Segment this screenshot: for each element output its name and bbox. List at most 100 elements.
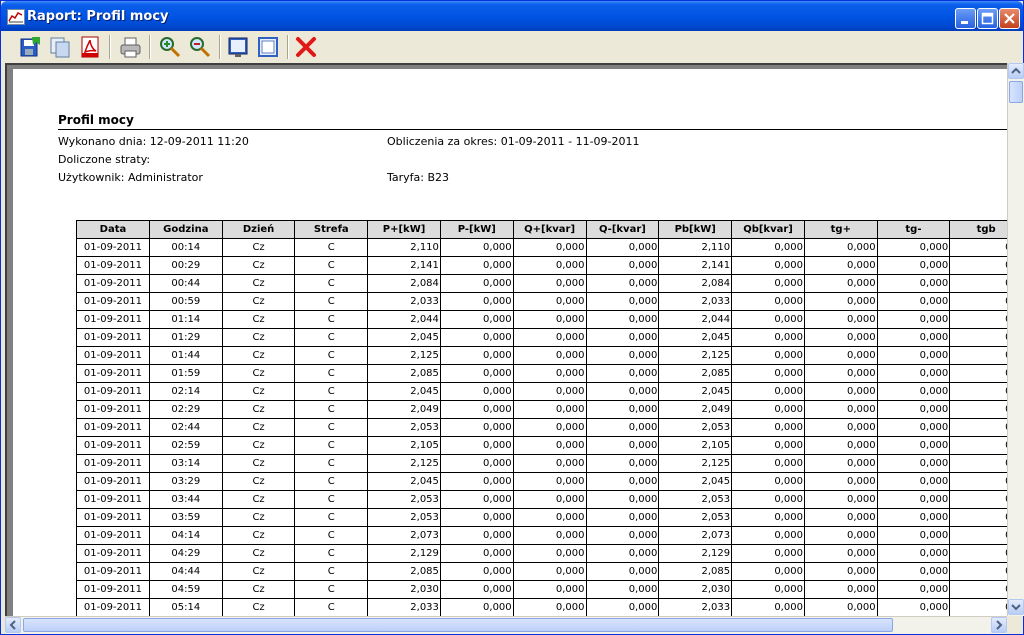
- column-header: Dzień: [221, 220, 296, 239]
- table-cell: 0,0: [949, 598, 1007, 616]
- title-divider: [58, 129, 1007, 130]
- arrow-down-icon: [1011, 604, 1021, 611]
- toolbar: [5, 31, 1021, 64]
- table-cell: 0,0: [949, 346, 1007, 365]
- table-cell: 01-09-2011: [76, 544, 150, 563]
- table-cell: 0,000: [439, 238, 514, 257]
- table-cell: 0,000: [512, 310, 587, 329]
- pdf-export-button[interactable]: [77, 34, 103, 60]
- table-cell: 0,000: [731, 346, 805, 365]
- print-icon: [120, 37, 141, 58]
- generated-date: Wykonano dnia: 12-09-2011 11:20: [58, 135, 249, 148]
- table-row: 01-09-2011 03:44 Cz C 2,053 0,000 0,000 0,000 2,…: [76, 490, 1007, 509]
- column-header: tg-: [876, 220, 951, 239]
- table-cell: 0,000: [731, 382, 805, 401]
- report-window: Raport: Profil mocy Profil mocy Wykonano…: [0, 0, 1024, 635]
- table-cell: 0,000: [731, 454, 805, 473]
- table-cell: 0,000: [512, 400, 587, 419]
- table-cell: 01-09-2011: [76, 310, 150, 329]
- column-header: Data: [76, 220, 150, 239]
- vertical-scrollbar[interactable]: [1007, 63, 1024, 616]
- table-cell: 00:59: [148, 292, 223, 311]
- table-cell: 0,000: [731, 292, 805, 311]
- column-header: P+[kW]: [367, 220, 441, 239]
- table-cell: 0,000: [585, 328, 660, 347]
- table-cell: 0,0: [949, 364, 1007, 383]
- toolbar-separator: [149, 35, 151, 59]
- table-cell: 2,053: [658, 418, 733, 437]
- table-cell: C: [294, 436, 369, 455]
- horizontal-scrollbar[interactable]: [5, 616, 1007, 634]
- table-cell: 2,129: [658, 544, 733, 563]
- table-cell: 0,0: [949, 508, 1007, 527]
- table-cell: Cz: [221, 274, 296, 293]
- scroll-left-button[interactable]: [5, 617, 21, 633]
- table-cell: 0,0: [949, 454, 1007, 473]
- scroll-up-button[interactable]: [1008, 63, 1024, 79]
- table-cell: 01:59: [148, 364, 223, 383]
- copy-button[interactable]: [47, 34, 73, 60]
- maximize-button[interactable]: [977, 8, 998, 29]
- table-cell: 2,053: [367, 508, 441, 527]
- table-cell: Cz: [221, 436, 296, 455]
- table-cell: C: [294, 580, 369, 599]
- table-cell: Cz: [221, 346, 296, 365]
- table-cell: 2,045: [367, 382, 441, 401]
- table-cell: 2,045: [658, 382, 733, 401]
- table-cell: Cz: [221, 310, 296, 329]
- table-cell: 2,125: [367, 346, 441, 365]
- report-title: Profil mocy: [58, 113, 134, 127]
- table-cell: 0,000: [876, 526, 951, 545]
- close-report-button[interactable]: [293, 34, 319, 60]
- column-header: P-[kW]: [439, 220, 514, 239]
- table-row: 01-09-2011 00:14 Cz C 2,110 0,000 0,000 0,000 2,…: [76, 238, 1007, 257]
- table-cell: 0,000: [731, 418, 805, 437]
- zoom-in-button[interactable]: [157, 34, 183, 60]
- print-button[interactable]: [117, 34, 143, 60]
- table-cell: 0,0: [949, 418, 1007, 437]
- table-cell: 0,0: [949, 526, 1007, 545]
- table-cell: 0,0: [949, 382, 1007, 401]
- table-cell: 02:14: [148, 382, 223, 401]
- table-cell: C: [294, 508, 369, 527]
- scroll-down-button[interactable]: [1008, 599, 1024, 615]
- table-cell: 2,053: [658, 490, 733, 509]
- table-cell: 2,033: [367, 292, 441, 311]
- resize-grip[interactable]: [1007, 616, 1023, 633]
- page-view-button[interactable]: [225, 34, 251, 60]
- minimize-button[interactable]: [955, 8, 976, 29]
- zoom-out-button[interactable]: [187, 34, 213, 60]
- table-cell: Cz: [221, 328, 296, 347]
- table-cell: 01-09-2011: [76, 526, 150, 545]
- table-cell: 0,000: [731, 328, 805, 347]
- table-cell: 01-09-2011: [76, 346, 150, 365]
- vertical-scroll-thumb[interactable]: [1009, 81, 1023, 103]
- scroll-right-button[interactable]: [991, 617, 1007, 633]
- table-cell: 0,000: [876, 382, 951, 401]
- column-header: Q-[kvar]: [585, 220, 660, 239]
- table-cell: 0,000: [439, 400, 514, 419]
- user-label: Użytkownik: Administrator: [58, 171, 203, 184]
- page-width-button[interactable]: [255, 34, 281, 60]
- table-cell: 0,000: [803, 544, 878, 563]
- table-cell: 0,000: [512, 436, 587, 455]
- table-cell: 0,000: [512, 364, 587, 383]
- table-cell: 0,000: [876, 346, 951, 365]
- table-cell: C: [294, 598, 369, 616]
- arrow-left-icon: [9, 620, 16, 630]
- save-button[interactable]: [17, 34, 43, 60]
- table-cell: 02:59: [148, 436, 223, 455]
- table-cell: 0,000: [585, 256, 660, 275]
- table-row: 01-09-2011 02:14 Cz C 2,045 0,000 0,000 0,000 2,…: [76, 382, 1007, 401]
- table-cell: C: [294, 346, 369, 365]
- close-icon: [1004, 13, 1015, 24]
- report-viewer[interactable]: Profil mocy Wykonano dnia: 12-09-2011 11…: [5, 63, 1007, 616]
- table-cell: 0,000: [876, 310, 951, 329]
- table-cell: Cz: [221, 580, 296, 599]
- horizontal-scroll-thumb[interactable]: [23, 618, 893, 632]
- title-bar[interactable]: Raport: Profil mocy: [1, 1, 1023, 31]
- table-cell: 0,000: [512, 526, 587, 545]
- close-button[interactable]: [999, 8, 1020, 29]
- table-cell: 2,033: [658, 598, 733, 616]
- table-cell: 0,000: [731, 436, 805, 455]
